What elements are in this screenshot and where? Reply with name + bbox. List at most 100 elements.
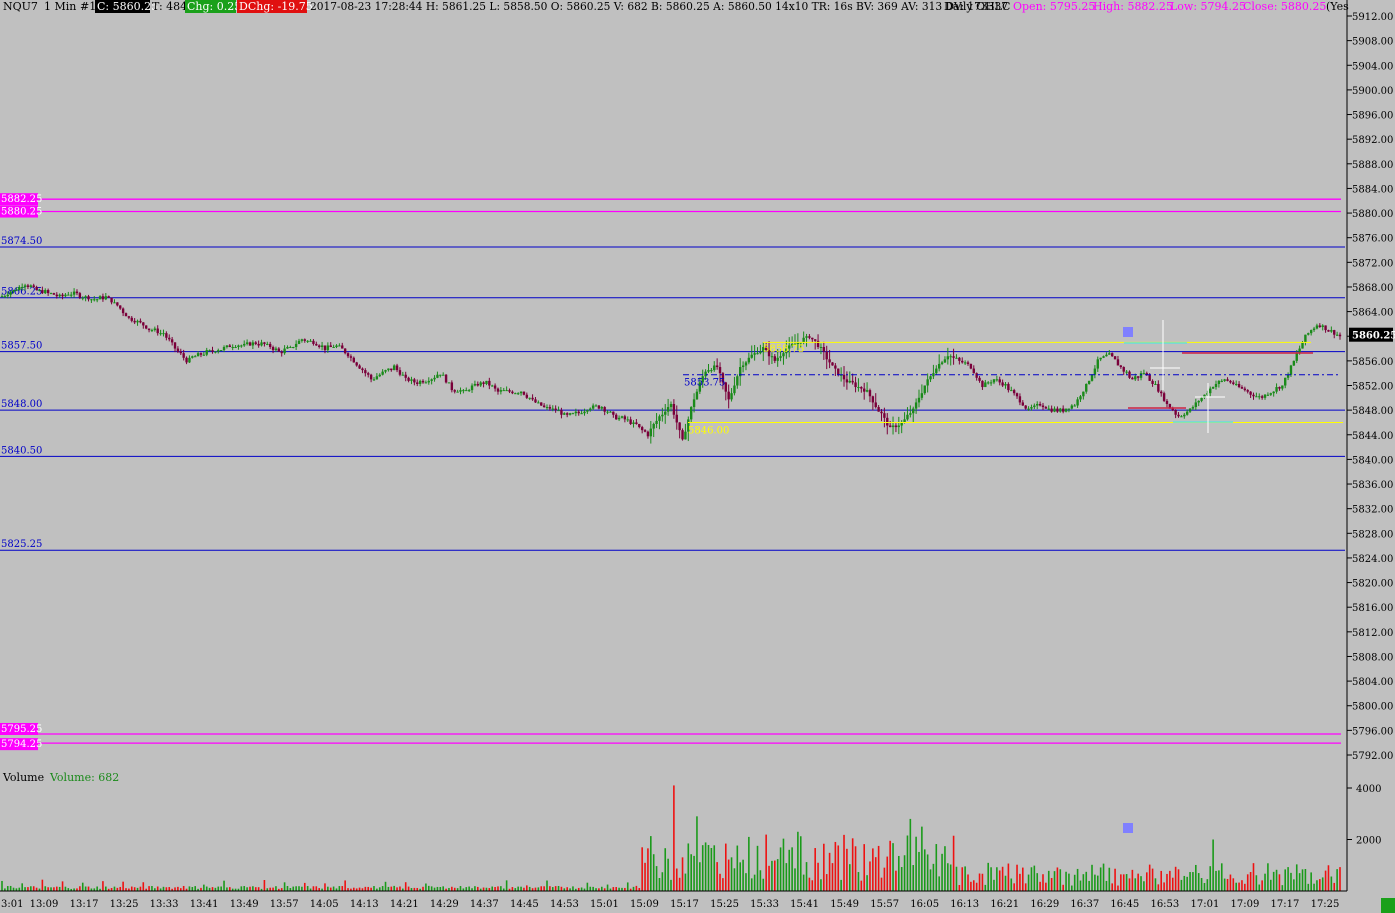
candle-body — [1038, 403, 1042, 406]
candle-body — [1307, 333, 1310, 335]
candle-body — [84, 296, 87, 298]
candle-body — [1263, 394, 1267, 398]
price-tick-label: 5880.00 — [1352, 209, 1393, 220]
candle-body — [851, 380, 854, 383]
time-tick-label: 13:09 — [30, 899, 59, 910]
candle-body — [516, 393, 520, 395]
candle-body — [986, 382, 990, 384]
price-level-label: 5840.50 — [1, 445, 42, 456]
candle-body — [678, 422, 681, 431]
candle-body — [940, 362, 944, 364]
candle-body — [361, 368, 364, 371]
candle-body — [1044, 407, 1048, 409]
candle-body — [736, 376, 739, 386]
candle-body — [972, 368, 975, 374]
range-high-label: 5858.75 — [763, 344, 804, 355]
candle-body — [410, 379, 413, 381]
price-tick-label: 5848.00 — [1352, 406, 1393, 417]
candle-body — [514, 393, 517, 395]
candle-body — [286, 347, 289, 349]
candle-body — [537, 402, 540, 404]
price-tick-label: 5796.00 — [1352, 726, 1393, 737]
daily-close-label: Close: 5880.25 — [1243, 0, 1326, 13]
candle-body — [1197, 400, 1200, 403]
daily-ohlc-label: 5794.25 — [1, 739, 42, 750]
time-axis[interactable]: 3:01 13:09 13:17 13:25 13:33 13:41 13:49 13:57 1… — [1, 899, 1339, 910]
header-bar: NQU7 1 Min #1 C: 5860.25 T: 484 Chg: 0.2… — [3, 0, 1349, 13]
price-level-label: 5874.50 — [1, 236, 42, 247]
candle-body — [416, 382, 419, 384]
candle-body — [1281, 385, 1284, 389]
candle-body — [170, 339, 174, 343]
candle-body — [649, 428, 653, 437]
candle-body — [473, 383, 477, 386]
candle-body — [978, 377, 981, 381]
candle-body — [652, 423, 655, 429]
candle-body — [1136, 376, 1140, 378]
candle-body — [672, 403, 676, 415]
candle-body — [219, 350, 223, 352]
candle-body — [522, 391, 526, 395]
candle-body — [1258, 396, 1261, 398]
candle-body — [1105, 354, 1108, 357]
time-tick-label: 15:57 — [870, 899, 899, 910]
candle-body — [1275, 387, 1278, 392]
candle-body — [456, 391, 459, 393]
candle-body — [245, 342, 249, 344]
candle-body — [563, 413, 566, 415]
candle-body — [952, 356, 955, 358]
candle-body — [1012, 390, 1016, 394]
candle-body — [917, 397, 921, 403]
candle-body — [600, 407, 603, 409]
candle-body — [329, 345, 332, 348]
candle-body — [459, 390, 462, 392]
candle-body — [519, 391, 523, 394]
candle-body — [289, 347, 292, 349]
candle-body — [78, 293, 82, 298]
candle-body — [733, 385, 736, 394]
time-tick-label: 14:29 — [430, 899, 459, 910]
time-tick-label: 16:53 — [1150, 899, 1179, 910]
candle-body — [1220, 380, 1223, 382]
trading-chart[interactable]: NQU7 1 Min #1 C: 5860.25 T: 484 Chg: 0.2… — [0, 0, 1395, 913]
bar-stats-label: 2017-08-23 17:28:44 H: 5861.25 L: 5858.5… — [310, 0, 1008, 13]
candle-body — [424, 382, 428, 384]
candle-body — [756, 353, 759, 355]
price-tick-label: 5812.00 — [1352, 628, 1393, 639]
candle-body — [1240, 387, 1244, 389]
candle-body — [162, 333, 165, 335]
candle-body — [776, 357, 779, 361]
candle-body — [430, 379, 433, 381]
candle-body — [165, 333, 168, 338]
candle-body — [1191, 407, 1195, 409]
candle-body — [646, 431, 650, 437]
candle-body — [1108, 353, 1111, 355]
candle-body — [436, 374, 439, 378]
candle-body — [46, 290, 50, 294]
candle-body — [341, 345, 344, 349]
candle-body — [413, 379, 416, 383]
volume-tick-label: 2000 — [1356, 836, 1381, 847]
candle-body — [932, 373, 935, 377]
candle-body — [1059, 408, 1062, 412]
candle-body — [1061, 408, 1065, 412]
time-tick-label: 14:45 — [510, 899, 539, 910]
candle-body — [240, 345, 243, 347]
candle-body — [488, 380, 491, 386]
candle-body — [271, 347, 275, 351]
candle-body — [338, 345, 341, 347]
status-indicator — [1381, 898, 1395, 913]
candle-body — [38, 290, 41, 292]
current-price-label: 5860.25 — [1352, 331, 1395, 342]
candle-body — [1260, 396, 1264, 398]
candle-body — [1177, 414, 1180, 417]
candle-body — [1226, 379, 1229, 381]
price-tick-label: 5908.00 — [1352, 37, 1393, 48]
candle-body — [1180, 416, 1183, 418]
candle-body — [277, 348, 281, 352]
candle-body — [29, 285, 33, 287]
candle-body — [914, 402, 918, 409]
candle-body — [1185, 411, 1189, 415]
candle-body — [444, 374, 448, 383]
candle-body — [450, 382, 454, 391]
